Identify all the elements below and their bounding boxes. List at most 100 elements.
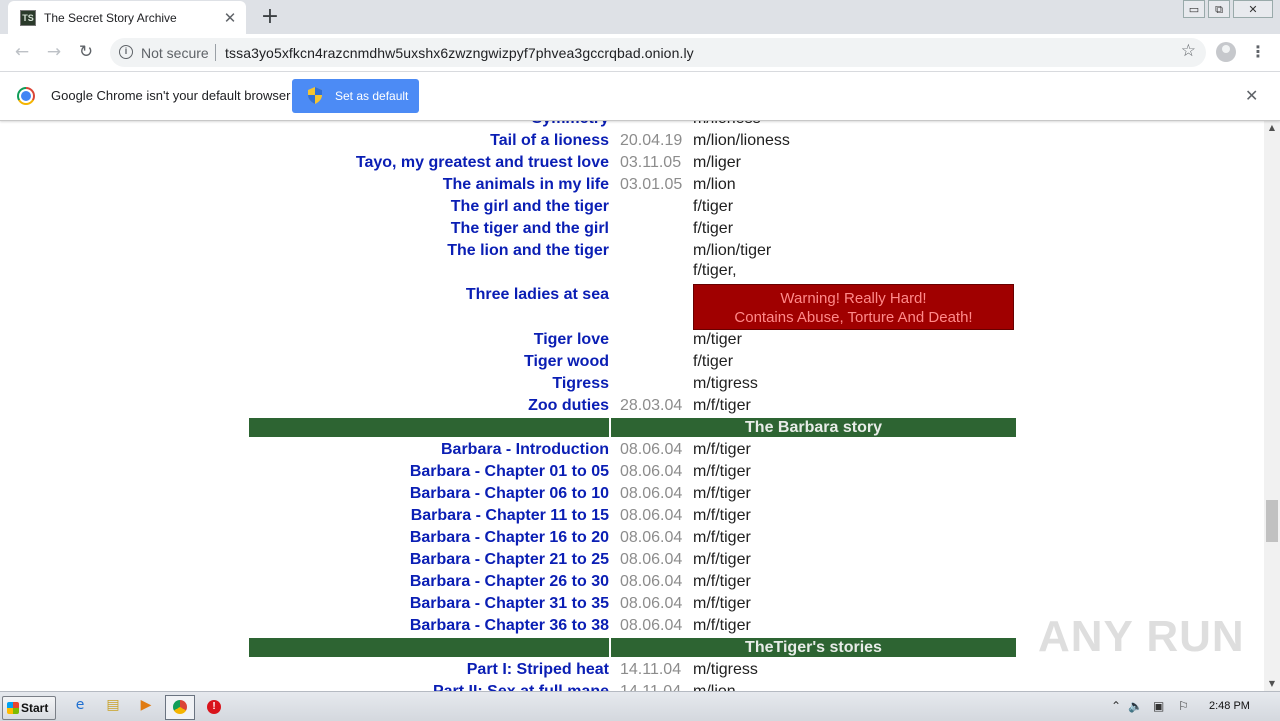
story-date: 08.06.04	[620, 441, 683, 458]
story-row: Part II: Sex at full mane 14.11.04 m/lion	[249, 681, 1016, 691]
story-category: m/lion	[693, 176, 736, 193]
tab-title: The Secret Story Archive	[44, 11, 177, 25]
story-title-link[interactable]: Symmetry	[532, 121, 609, 128]
window-close-button[interactable]: ✕	[1233, 0, 1273, 18]
chrome-logo-icon	[17, 87, 35, 105]
profile-avatar-icon[interactable]	[1216, 42, 1236, 62]
story-row: Part I: Striped heat 14.11.04 m/tigress	[249, 659, 1016, 681]
story-row: Barbara - Chapter 21 to 25 08.06.04 m/f/ti…	[249, 549, 1016, 571]
network-icon[interactable]: ▣	[1153, 699, 1164, 713]
file-explorer-icon[interactable]: ▤	[103, 697, 123, 717]
section-bar-left	[249, 638, 609, 657]
browser-menu-icon[interactable]: ⋮	[1250, 41, 1266, 63]
anyrun-watermark: ANY RUN	[1038, 612, 1245, 661]
story-title-link[interactable]: Three ladies at sea	[466, 286, 609, 304]
story-date: 08.06.04	[620, 595, 683, 612]
scroll-up-arrow-icon[interactable]: ▲	[1264, 121, 1280, 135]
story-date: 03.11.05	[620, 154, 682, 171]
story-title-link[interactable]: Part II: Sex at full mane	[433, 683, 609, 691]
omnibox-divider	[215, 44, 216, 61]
story-date: 08.06.04	[620, 551, 683, 568]
site-info-icon[interactable]: i	[119, 45, 133, 59]
story-title-link[interactable]: Barbara - Introduction	[441, 441, 609, 459]
taskbar-clock[interactable]: 2:48 PM	[1209, 700, 1250, 712]
story-title-link[interactable]: Barbara - Chapter 16 to 20	[410, 529, 609, 547]
story-date: 14.11.04	[620, 683, 681, 691]
story-title-link[interactable]: Barbara - Chapter 06 to 10	[410, 485, 609, 503]
story-title-link[interactable]: Barbara - Chapter 31 to 35	[410, 595, 609, 613]
new-tab-button[interactable]: +	[256, 5, 284, 29]
internet-explorer-icon[interactable]: e	[70, 697, 90, 717]
section-header-barbara: The Barbara story	[249, 417, 1016, 439]
story-row: Tigress m/tigress	[249, 373, 1016, 395]
story-row: Barbara - Chapter 36 to 38 08.06.04 m/f/ti…	[249, 615, 1016, 637]
volume-icon[interactable]: 🔈	[1128, 699, 1143, 713]
story-title-link[interactable]: The lion and the tiger	[447, 242, 609, 260]
start-label: Start	[21, 701, 49, 715]
restore-button[interactable]: ⧉	[1208, 0, 1230, 18]
tab-close-icon[interactable]: ✕	[220, 8, 240, 28]
bookmark-star-icon[interactable]: ☆	[1181, 41, 1196, 61]
browser-toolbar: ← → ↻ i Not secure tssa3yo5xfkcn4razcnmd…	[0, 34, 1280, 72]
address-bar[interactable]: i Not secure tssa3yo5xfkcn4razcnmdhw5uxs…	[110, 38, 1206, 67]
url-text[interactable]: tssa3yo5xfkcn4razcnmdhw5uxshx6zwzngwizpy…	[225, 45, 694, 61]
story-title-link[interactable]: The girl and the tiger	[451, 198, 609, 216]
story-category: m/f/tiger	[693, 595, 751, 612]
story-title-link[interactable]: Tayo, my greatest and truest love	[356, 154, 609, 172]
story-category: m/lion/tiger	[693, 242, 772, 259]
story-row: The tiger and the girl f/tiger	[249, 218, 1016, 240]
story-category: m/lion	[693, 683, 736, 691]
reload-button[interactable]: ↻	[74, 41, 98, 63]
set-as-default-button[interactable]: Set as default	[292, 79, 419, 113]
warning-line-1: Warning! Really Hard!	[780, 290, 927, 307]
story-category: m/f/tiger	[693, 551, 751, 568]
scrollbar-thumb[interactable]	[1266, 500, 1278, 542]
story-title-link[interactable]: Tail of a lioness	[490, 132, 609, 150]
story-title-link[interactable]: Tigress	[552, 375, 609, 393]
tab-active[interactable]: TS The Secret Story Archive ✕	[8, 1, 246, 34]
story-title-link[interactable]: Part I: Striped heat	[467, 661, 609, 679]
story-date: 08.06.04	[620, 485, 683, 502]
set-as-default-label: Set as default	[335, 89, 409, 103]
story-title-link[interactable]: Barbara - Chapter 21 to 25	[410, 551, 609, 569]
story-row: Barbara - Chapter 16 to 20 08.06.04 m/f/ti…	[249, 527, 1016, 549]
story-date: 08.06.04	[620, 573, 683, 590]
story-date: 08.06.04	[620, 529, 683, 546]
story-title-link[interactable]: The tiger and the girl	[451, 220, 609, 238]
chrome-taskbar-icon[interactable]	[165, 695, 195, 720]
scroll-down-arrow-icon[interactable]: ▼	[1264, 677, 1280, 691]
story-title-link[interactable]: Barbara - Chapter 01 to 05	[410, 463, 609, 481]
minimize-button[interactable]: ▭	[1183, 0, 1205, 18]
page-scrollbar[interactable]: ▲ ▼	[1264, 121, 1280, 691]
infobar-close-icon[interactable]: ✕	[1245, 86, 1258, 105]
story-title-link[interactable]: Barbara - Chapter 36 to 38	[410, 617, 609, 635]
back-button[interactable]: ←	[10, 41, 34, 63]
uac-shield-icon	[308, 87, 322, 104]
story-row: Barbara - Chapter 01 to 05 08.06.04 m/f/ti…	[249, 461, 1016, 483]
story-category: f/tiger	[693, 220, 734, 237]
start-button[interactable]: Start	[2, 696, 56, 720]
tray-expand-icon[interactable]: ⌃	[1111, 699, 1121, 713]
story-date: 14.11.04	[620, 661, 682, 678]
story-date: 08.06.04	[620, 507, 683, 524]
story-title-link[interactable]: Tiger love	[534, 331, 609, 349]
story-title-link[interactable]: Barbara - Chapter 11 to 15	[411, 507, 609, 525]
story-category: m/f/tiger	[693, 529, 751, 546]
story-title-link[interactable]: Zoo duties	[528, 397, 609, 415]
forward-button[interactable]: →	[42, 41, 66, 63]
story-row: The animals in my life 03.01.05 m/lion	[249, 174, 1016, 196]
action-center-flag-icon[interactable]: ⚐	[1178, 699, 1189, 713]
story-row: Tiger love m/tiger	[249, 329, 1016, 351]
story-row: Tayo, my greatest and truest love 03.11.0…	[249, 152, 1016, 174]
story-row: Barbara - Introduction 08.06.04 m/f/tiger	[249, 439, 1016, 461]
section-header-tiger: TheTiger's stories	[249, 637, 1016, 659]
story-category: m/lion/lioness	[693, 132, 790, 149]
story-title-link[interactable]: The animals in my life	[443, 176, 609, 194]
story-title-link[interactable]: Tiger wood	[524, 353, 609, 371]
story-title-link[interactable]: Barbara - Chapter 26 to 30	[410, 573, 609, 591]
opera-icon[interactable]: !	[204, 697, 224, 717]
story-row: The lion and the tiger m/lion/tiger	[249, 240, 1016, 262]
warning-line-2: Contains Abuse, Torture And Death!	[734, 309, 973, 326]
content-warning-box: Warning! Really Hard! Contains Abuse, To…	[693, 284, 1014, 330]
media-player-icon[interactable]: ▶	[136, 697, 156, 717]
